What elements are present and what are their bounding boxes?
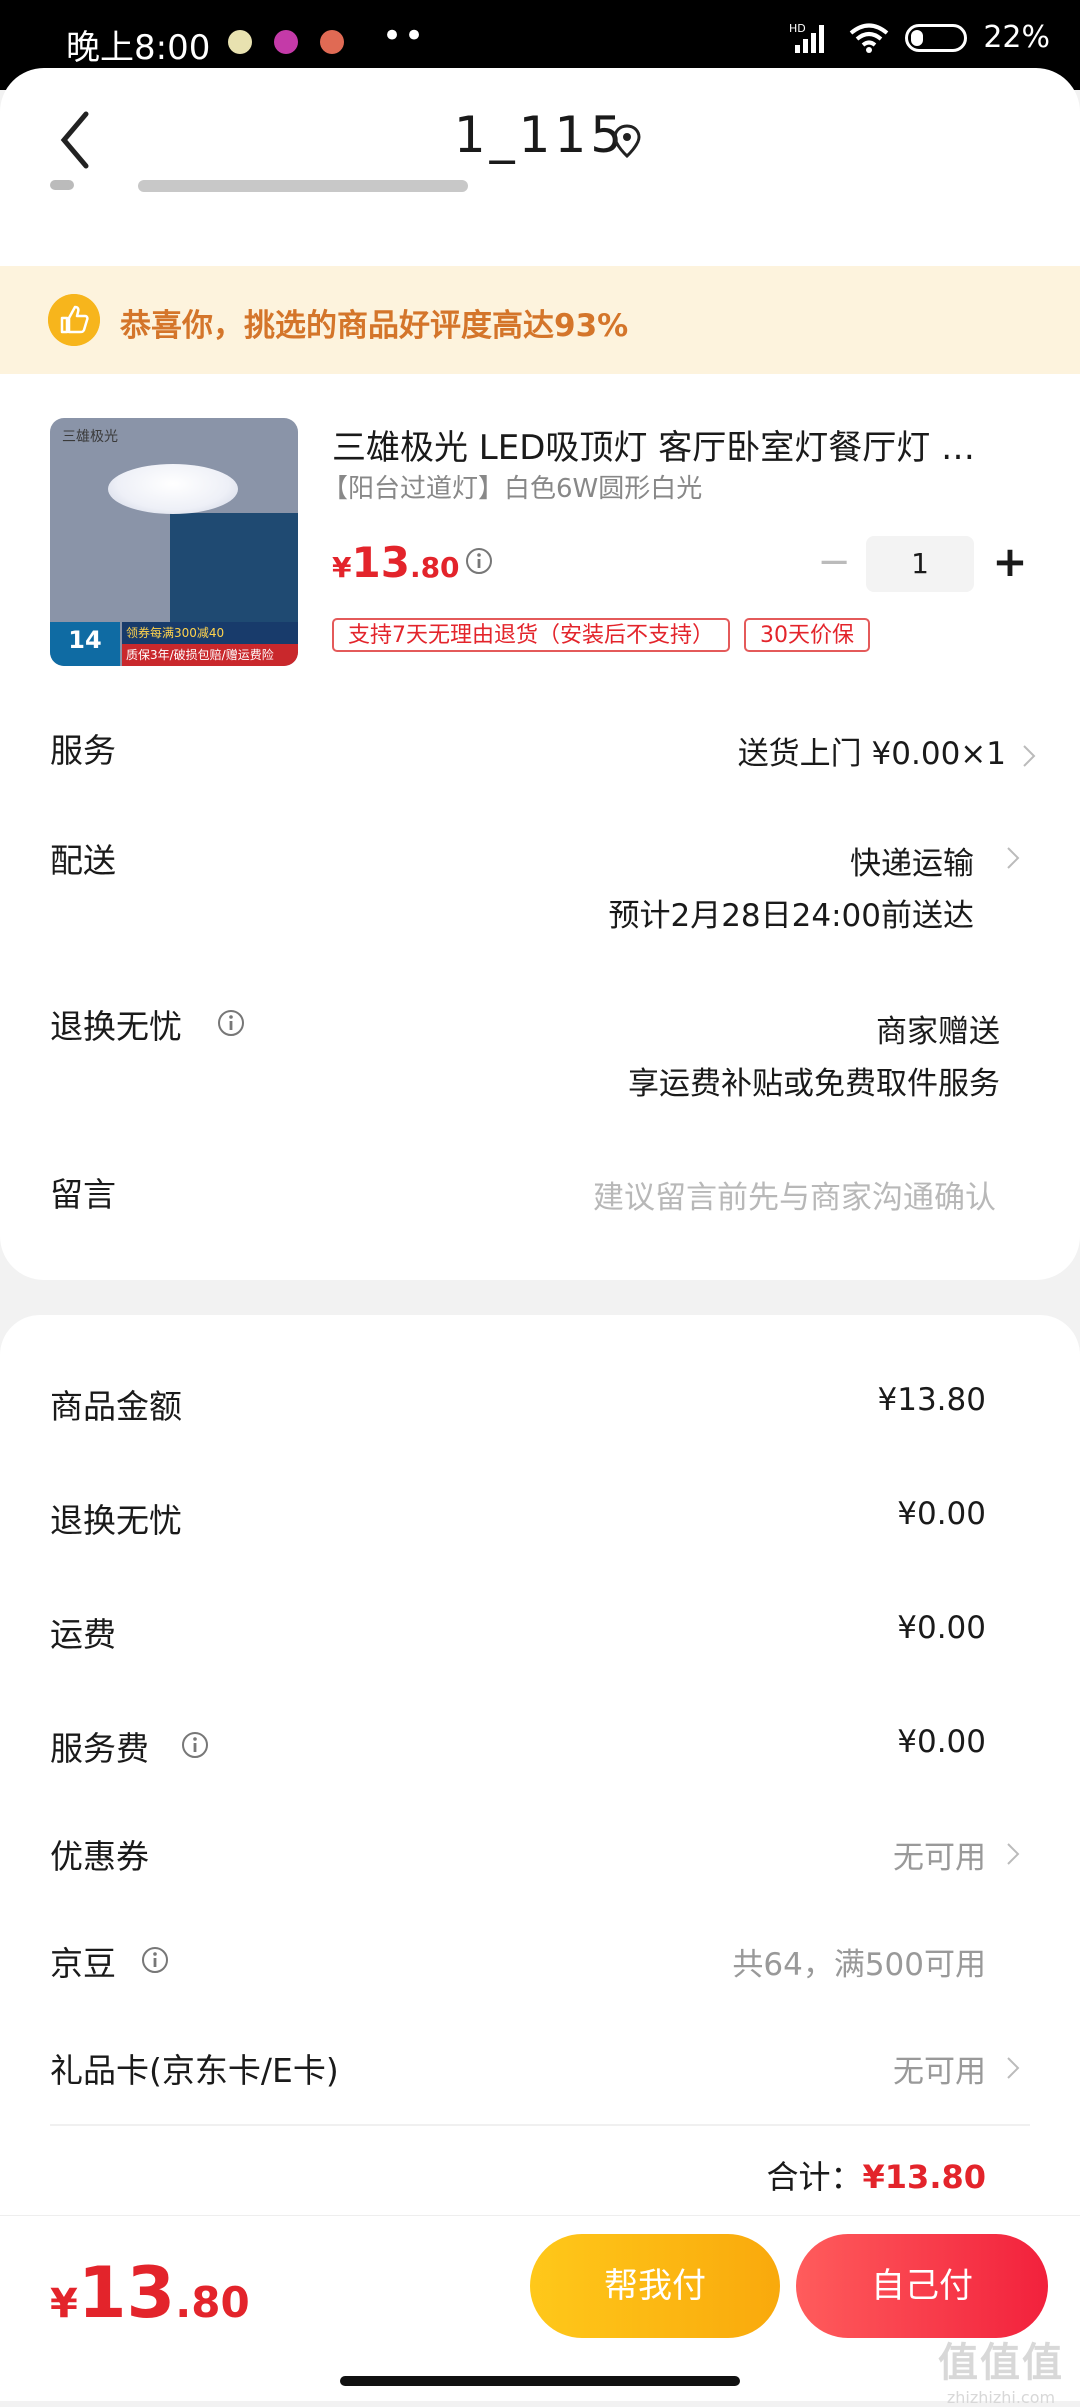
chevron-right-icon[interactable] (1006, 846, 1020, 870)
wifi-icon (850, 23, 889, 53)
service-label: 服务 (50, 731, 116, 770)
product-title[interactable]: 三雄极光 LED吸顶灯 客厅卧室灯餐厅灯 … (332, 420, 1012, 469)
signal-icon: HD (789, 22, 825, 53)
watermark: 值值值 zhizhizhi.com (938, 2340, 1064, 2407)
home-indicator[interactable] (340, 2376, 740, 2386)
service-value[interactable]: 送货上门 ¥0.00×1 (738, 728, 1006, 773)
product-image[interactable]: 三雄极光 14 领券每满300减40 质保3年/破损包赔/赠运费险 (50, 418, 298, 666)
battery-level: 22% (983, 20, 1050, 55)
order-total: 合计：¥13.80 (767, 2152, 987, 2198)
address-detail-peek (50, 180, 470, 196)
product-tags: 支持7天无理由退货（安装后不支持） 30天价保 (332, 618, 870, 652)
help-me-pay-button[interactable]: 帮我付 (530, 2234, 780, 2338)
chevron-right-icon[interactable] (1022, 744, 1036, 768)
info-icon[interactable] (180, 1730, 210, 1760)
summary-value: ¥0.00 (897, 1496, 986, 1532)
return-policy-tag: 支持7天无理由退货（安装后不支持） (332, 618, 730, 652)
gift-card-label: 礼品卡(京东卡/E卡) (50, 2051, 339, 2090)
delivery-value[interactable]: 快递运输 (850, 838, 974, 883)
image-promo: 领券每满300减40 (122, 622, 298, 644)
address-title[interactable]: 1_115 (0, 106, 1080, 164)
chevron-right-icon[interactable] (1006, 2056, 1020, 2080)
image-badge: 14 (50, 622, 120, 666)
jingdou-value: 共64，满500可用 (732, 1947, 986, 1983)
status-time: 晚上8:00 (66, 28, 211, 68)
delivery-estimate: 预计2月28日24:00前送达 (608, 898, 974, 934)
return-value: 商家赠送 (876, 1014, 1000, 1050)
quantity-stepper: − 1 + (810, 536, 1030, 592)
return-label: 退换无忧 (50, 1007, 182, 1046)
total-label: 合计： (766, 2158, 863, 2196)
product-price: ¥13.80 (332, 538, 460, 587)
summary-value: ¥0.00 (897, 1610, 986, 1646)
gift-card-value[interactable]: 无可用 (893, 2046, 986, 2091)
return-subtitle: 享运费补贴或免费取件服务 (628, 1066, 1000, 1102)
summary-value: ¥0.00 (897, 1724, 986, 1760)
summary-label: 退换无忧 (50, 1501, 182, 1540)
coupon-value[interactable]: 无可用 (893, 1832, 986, 1877)
app-notification-icon (228, 30, 252, 54)
chevron-right-icon[interactable] (1006, 1842, 1020, 1866)
rating-text: 恭喜你，挑选的商品好评度高达93% (120, 308, 629, 344)
summary-label: 商品金额 (50, 1387, 182, 1426)
message-input[interactable]: 建议留言前先与商家沟通确认 (593, 1172, 996, 1217)
order-card: 1_115 恭喜你，挑选的商品好评度高达93% 三雄极光 14 领券每满300减… (0, 68, 1080, 1280)
summary-label: 运费 (50, 1615, 116, 1654)
image-promo: 质保3年/破损包赔/赠运费险 (122, 644, 298, 666)
checkout-bar: ¥13.80 帮我付 自己付 值值值 zhizhizhi.com (0, 2215, 1080, 2407)
price-info-icon[interactable] (464, 546, 494, 576)
divider (50, 2124, 1030, 2126)
total-amount: ¥13.80 (862, 2158, 986, 2196)
rating-banner: 恭喜你，挑选的商品好评度高达93% (0, 266, 1080, 374)
jingdou-label: 京豆 (50, 1944, 116, 1983)
lamp-picture (108, 464, 238, 514)
message-label: 留言 (50, 1175, 116, 1214)
pay-myself-button[interactable]: 自己付 (796, 2234, 1048, 2338)
delivery-label: 配送 (50, 841, 116, 880)
summary-value: ¥13.80 (877, 1382, 986, 1418)
price-protect-tag: 30天价保 (744, 618, 870, 652)
app-notification-icon (274, 30, 298, 54)
nav-bar: 1_115 (0, 68, 1080, 208)
battery-icon (905, 23, 968, 52)
summary-label: 服务费 (50, 1729, 149, 1768)
app-notification-icon (320, 30, 344, 54)
svg-text:HD: HD (789, 22, 806, 35)
thumbs-up-icon (48, 294, 100, 346)
price-summary-card: 商品金额 ¥13.80 退换无忧 ¥0.00 运费 ¥0.00 服务费 ¥0.0… (0, 1315, 1080, 2215)
coupon-label: 优惠券 (50, 1837, 149, 1876)
product-brand-mark: 三雄极光 (62, 429, 118, 445)
notification-icons (228, 30, 344, 54)
info-icon[interactable] (216, 1008, 246, 1038)
info-icon[interactable] (140, 1945, 170, 1975)
location-pin-icon[interactable] (612, 122, 642, 162)
more-notifications-icon: •• (382, 16, 427, 56)
increase-button[interactable]: + (990, 536, 1030, 592)
product-spec[interactable]: 【阳台过道灯】白色6W圆形白光 (322, 468, 702, 505)
quantity-field[interactable]: 1 (866, 536, 974, 592)
decrease-button[interactable]: − (814, 536, 854, 592)
checkout-price: ¥13.80 (50, 2252, 250, 2334)
